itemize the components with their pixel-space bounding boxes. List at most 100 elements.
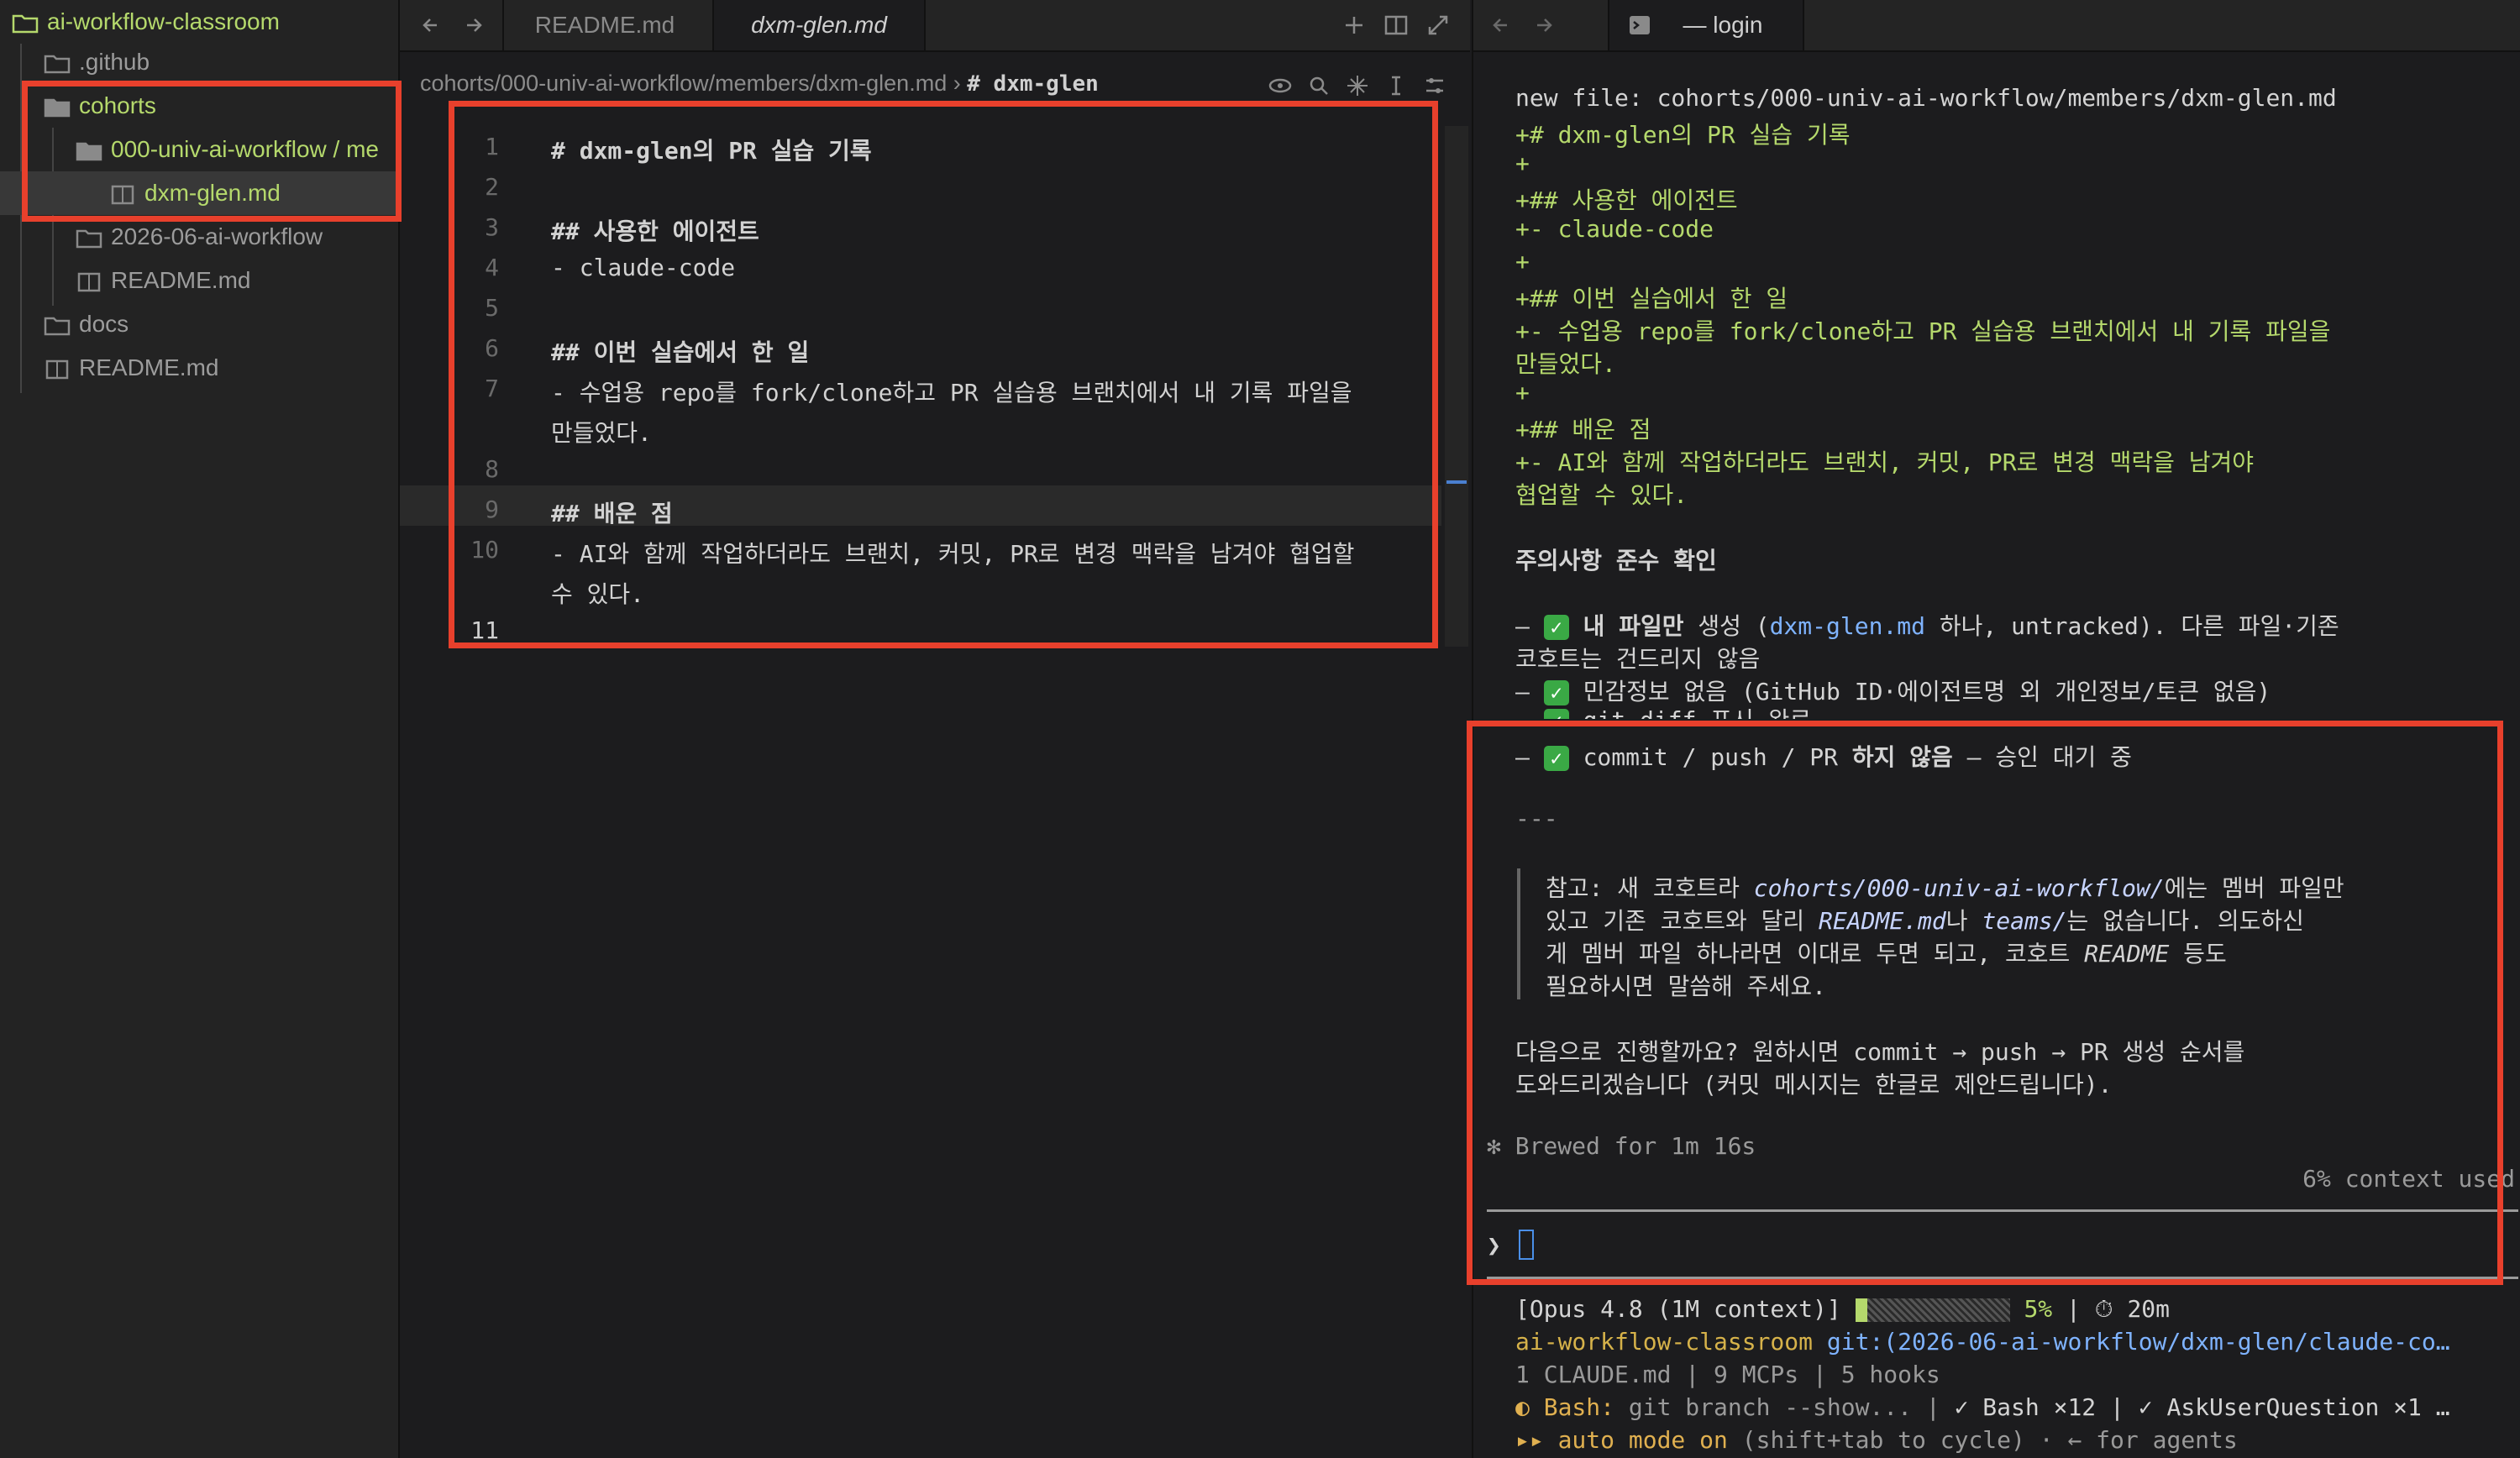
context-bar-empty: [1866, 1298, 2010, 1322]
split-view-icon[interactable]: [1381, 10, 1411, 40]
terminal-tab-bar: — login: [1473, 0, 2520, 52]
line-number: 10: [470, 536, 499, 564]
statusline-config: 1 CLAUDE.md | 9 MCPs | 5 hooks: [1515, 1361, 1940, 1388]
prompt-symbol: ❯: [1487, 1231, 1501, 1259]
code-line[interactable]: ## 이번 실습에서 한 일: [551, 334, 809, 368]
arrow-right-icon[interactable]: [459, 10, 489, 40]
blockquote-bar: [1517, 868, 1520, 999]
context-bar-fill: [1855, 1298, 1867, 1322]
terminal-line: 만들었다.: [1515, 350, 1616, 378]
line-number: 11: [470, 616, 499, 644]
statusline-mode: ▸▸ auto mode on (shift+tab to cycle) · ←…: [1515, 1426, 2238, 1454]
terminal-line: +## 사용한 에이전트: [1515, 186, 1738, 214]
tree-item-docs[interactable]: docs: [0, 302, 398, 346]
line-number: 1: [485, 133, 499, 160]
eye-icon[interactable]: [1265, 71, 1295, 101]
file-explorer: ai-workflow-classroom .github cohorts 00…: [0, 0, 400, 1458]
checklist-heading: 주의사항 준수 확인: [1515, 547, 1717, 574]
sparkle-icon[interactable]: [1342, 71, 1373, 101]
line-number: 2: [485, 173, 499, 201]
plus-icon[interactable]: [1339, 10, 1369, 40]
note-line: 필요하시면 말씀해 주세요.: [1546, 973, 1826, 1000]
line-number: 5: [485, 294, 499, 322]
settings-sliders-icon[interactable]: [1420, 71, 1450, 101]
book-icon: [45, 359, 69, 379]
terminal-icon: [1630, 16, 1650, 34]
tab-terminal-login[interactable]: — login: [1608, 0, 1804, 50]
checklist-item-wrap: 코호트는 건드리지 않음: [1515, 645, 1761, 673]
brewed-status: ✻ Brewed for 1m 16s: [1487, 1132, 1756, 1160]
code-line[interactable]: # dxm-glen의 PR 실습 기록: [551, 133, 872, 166]
terminal-line: +: [1515, 379, 1530, 406]
check-icon: ✓: [1543, 746, 1569, 771]
tree-item-readme-root[interactable]: README.md: [0, 346, 398, 390]
check-icon: ✓: [1543, 709, 1569, 719]
statusline-repo: ai-workflow-classroom git:(2026-06-ai-wo…: [1515, 1328, 2450, 1356]
check-icon: ✓: [1543, 615, 1569, 640]
prompt-cursor[interactable]: [1519, 1230, 1534, 1260]
line-number: 9: [485, 496, 499, 523]
note-line: 있고 기존 코호트와 달리 README.md나 teams/는 없습니다. 의…: [1546, 907, 2304, 935]
book-icon: [111, 185, 134, 204]
code-line[interactable]: ## 사용한 에이전트: [551, 213, 759, 247]
terminal-line: +- 수업용 repo를 fork/clone하고 PR 실습용 브랜치에서 내…: [1515, 317, 2331, 345]
prompt-divider: [1487, 1209, 2518, 1212]
statusline-tools: ◐ Bash: git branch --show... | ✓ Bash ×1…: [1515, 1393, 2450, 1421]
book-icon: [77, 272, 101, 291]
line-number: 6: [485, 334, 499, 362]
line-number: 4: [485, 254, 499, 281]
tree-item-github[interactable]: .github: [0, 40, 398, 84]
note-line: 참고: 새 코호트라 cohorts/000-univ-ai-workflow/…: [1546, 874, 2344, 902]
tree-item-cohorts[interactable]: cohorts: [0, 84, 398, 128]
terminal-line: +## 배운 점: [1515, 416, 1651, 443]
terminal-line: +# dxm-glen의 PR 실습 기록: [1515, 121, 1851, 149]
tree-root-folder[interactable]: ai-workflow-classroom: [0, 0, 398, 44]
code-line-wrap[interactable]: 만들었다.: [551, 415, 652, 448]
line-number: 7: [485, 375, 499, 402]
stopwatch-icon: ⏱: [2094, 1295, 2113, 1323]
tree-item-000-univ-ai-workflow[interactable]: 000-univ-ai-workflow / me: [0, 128, 398, 171]
question-line: 다음으로 진행할까요? 원하시면 commit → push → PR 생성 순…: [1515, 1038, 2245, 1066]
search-icon[interactable]: [1304, 71, 1334, 101]
code-line[interactable]: - claude-code: [551, 254, 735, 281]
tab-readme[interactable]: README.md: [502, 0, 706, 50]
scroll-position-marker: [1446, 480, 1467, 484]
checklist-item: – ✓ commit / push / PR 하지 않음 — 승인 대기 중: [1515, 743, 2132, 771]
folder-icon: [76, 229, 102, 248]
breadcrumb: cohorts/000-univ-ai-workflow/members/dxm…: [420, 71, 1099, 97]
note-line: 게 멤버 파일 하나라면 이대로 두면 되고, 코호트 README 등도: [1546, 940, 2227, 968]
checklist-item-obscured: – ✓ git diff 표시 완료: [1515, 702, 1811, 719]
horizontal-rule: ---: [1515, 805, 1558, 832]
folder-icon: [44, 317, 71, 335]
terminal-line: +## 이번 실습에서 한 일: [1515, 285, 1788, 312]
code-line[interactable]: ## 배운 점: [551, 496, 673, 529]
code-line-wrap[interactable]: 수 있다.: [551, 576, 644, 610]
checklist-item: – ✓ 내 파일만 생성 (dxm-glen.md 하나, untracked)…: [1515, 612, 2339, 640]
arrow-left-icon[interactable]: [1487, 10, 1517, 40]
expand-icon[interactable]: [1423, 10, 1453, 40]
terminal-line: new file: cohorts/000-univ-ai-workflow/m…: [1515, 84, 2337, 112]
folder-open-icon: [76, 142, 102, 160]
statusline-model: [Opus 4.8 (1M context)] 5% | ⏱ 20m: [1515, 1295, 2171, 1323]
text-cursor-icon[interactable]: [1381, 71, 1411, 101]
terminal-line: +- AI와 함께 작업하더라도 브랜치, 커밋, PR로 변경 맥락을 남겨야: [1515, 448, 2255, 476]
line-number: 3: [485, 213, 499, 241]
tree-item-readme-cohorts[interactable]: README.md: [0, 259, 398, 302]
line-number: 8: [485, 455, 499, 483]
code-line[interactable]: - 수업용 repo를 fork/clone하고 PR 실습용 브랜치에서 내 …: [551, 375, 1352, 408]
tree-item-dxm-glen-md[interactable]: dxm-glen.md: [0, 171, 398, 215]
terminal-line: 협업할 수 있다.: [1515, 481, 1688, 509]
terminal-line: +- claude-code: [1515, 215, 1714, 243]
folder-icon: [44, 55, 71, 73]
arrow-right-icon[interactable]: [1529, 10, 1559, 40]
code-line[interactable]: - AI와 함께 작업하더라도 브랜치, 커밋, PR로 변경 맥락을 남겨야 …: [551, 536, 1354, 569]
tree-item-2026-06-ai-workflow[interactable]: 2026-06-ai-workflow: [0, 215, 398, 259]
arrow-left-icon[interactable]: [417, 10, 447, 40]
terminal-line: +: [1515, 248, 1530, 275]
context-usage: 6% context used: [2302, 1165, 2515, 1193]
tab-dxm-glen[interactable]: dxm-glen.md: [712, 0, 926, 50]
prompt-divider: [1487, 1277, 2518, 1279]
terminal-line: +: [1515, 149, 1530, 177]
terminal-pane[interactable]: — login new file: cohorts/000-univ-ai-wo…: [1472, 0, 2520, 1458]
editor-scrollbar[interactable]: [1445, 126, 1468, 647]
